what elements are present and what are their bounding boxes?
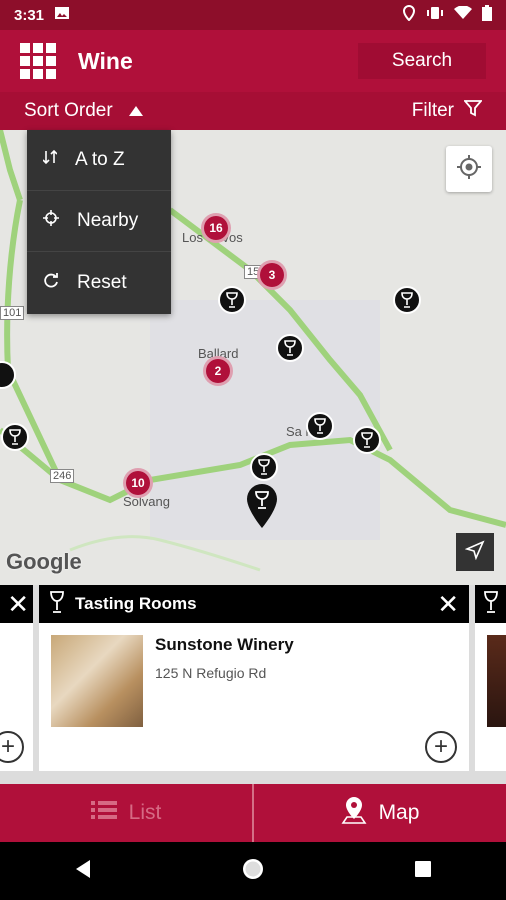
refresh-icon — [43, 272, 59, 294]
filter-label: Filter — [411, 100, 454, 121]
winery-thumbnail — [487, 635, 506, 727]
road-246-label: 246 — [50, 469, 75, 483]
my-location-button[interactable] — [446, 146, 492, 192]
sort-order-button[interactable]: Sort Order — [24, 100, 143, 122]
home-icon[interactable] — [241, 857, 265, 886]
tab-list-label: List — [128, 801, 162, 824]
system-navigation-bar — [0, 842, 506, 900]
sort-menu-item-a-to-z[interactable]: A to Z — [27, 130, 171, 191]
close-icon[interactable]: ✕ — [437, 589, 459, 620]
listing-carousel[interactable]: ✕ + Tasting Rooms ✕ Sunstone Winery 125 … — [0, 585, 506, 784]
sort-menu-item-reset[interactable]: Reset — [27, 252, 171, 313]
sort-order-menu: A to Z Nearby Reset — [27, 130, 171, 314]
listing-card[interactable]: Tasting Rooms ✕ Sunstone Winery 125 N Re… — [39, 585, 469, 771]
cluster-marker[interactable]: 2 — [203, 356, 233, 386]
app-bar: Wine Search — [0, 30, 506, 92]
search-button[interactable]: Search — [358, 43, 486, 79]
google-attribution: Google — [6, 549, 82, 574]
sort-menu-label: Nearby — [77, 210, 139, 231]
bottom-navigation: List Map — [0, 784, 506, 842]
winery-address: 125 N Refugio Rd — [155, 665, 267, 681]
cluster-marker[interactable]: 10 — [123, 468, 153, 498]
add-icon[interactable]: + — [0, 731, 24, 763]
sort-filter-bar: Sort Order Filter — [0, 92, 506, 130]
cluster-marker[interactable]: 3 — [257, 260, 287, 290]
page-title: Wine — [78, 47, 133, 74]
crosshair-icon — [43, 210, 59, 232]
wine-glass-icon[interactable] — [218, 286, 246, 314]
funnel-icon — [463, 99, 483, 123]
caret-up-icon — [128, 100, 143, 122]
sort-menu-item-nearby[interactable]: Nearby — [27, 191, 171, 252]
card-header: Tasting Rooms ✕ — [39, 585, 469, 623]
winery-thumbnail — [51, 635, 143, 727]
sort-order-label: Sort Order — [24, 100, 113, 121]
cluster-marker[interactable]: 16 — [201, 213, 231, 243]
filter-button[interactable]: Filter — [411, 99, 483, 123]
vibrate-icon — [426, 5, 444, 25]
sort-icon — [42, 149, 58, 171]
road-101-label: 101 — [0, 306, 25, 320]
wine-glass-icon[interactable] — [353, 426, 381, 454]
sort-menu-label: A to Z — [75, 149, 125, 170]
location-icon — [402, 4, 416, 25]
selected-map-pin-icon[interactable] — [246, 484, 278, 533]
wine-glass-icon — [49, 590, 65, 618]
wine-glass-icon[interactable] — [1, 423, 29, 451]
wine-glass-icon — [483, 590, 499, 618]
tab-map-label: Map — [378, 801, 420, 824]
sort-menu-label: Reset — [77, 271, 127, 293]
tab-map[interactable]: Map — [254, 784, 506, 842]
image-icon — [54, 5, 70, 25]
add-icon[interactable]: + — [425, 731, 457, 763]
recents-icon[interactable] — [414, 860, 432, 883]
battery-icon — [482, 5, 492, 25]
menu-grid-icon[interactable] — [20, 43, 56, 79]
status-bar: 3:31 — [0, 0, 506, 30]
close-icon[interactable]: ✕ — [7, 589, 29, 620]
tab-list[interactable]: List — [0, 784, 254, 842]
card-category: Tasting Rooms — [75, 594, 197, 613]
listing-card-previous[interactable]: ✕ + — [0, 585, 33, 771]
status-time: 3:31 — [14, 6, 45, 24]
wifi-icon — [454, 5, 472, 24]
navigation-button[interactable] — [456, 533, 494, 571]
wine-glass-icon[interactable] — [250, 453, 278, 481]
wine-glass-icon[interactable] — [276, 334, 304, 362]
navigation-arrow-icon — [464, 539, 485, 565]
back-icon[interactable] — [74, 859, 92, 884]
map-pin-icon — [341, 796, 367, 830]
crosshair-icon — [456, 154, 482, 185]
listing-card-next[interactable] — [475, 585, 506, 771]
wine-glass-icon[interactable] — [306, 412, 334, 440]
winery-name: Sunstone Winery — [155, 635, 294, 654]
wine-glass-icon[interactable] — [393, 286, 421, 314]
list-icon — [90, 800, 117, 826]
